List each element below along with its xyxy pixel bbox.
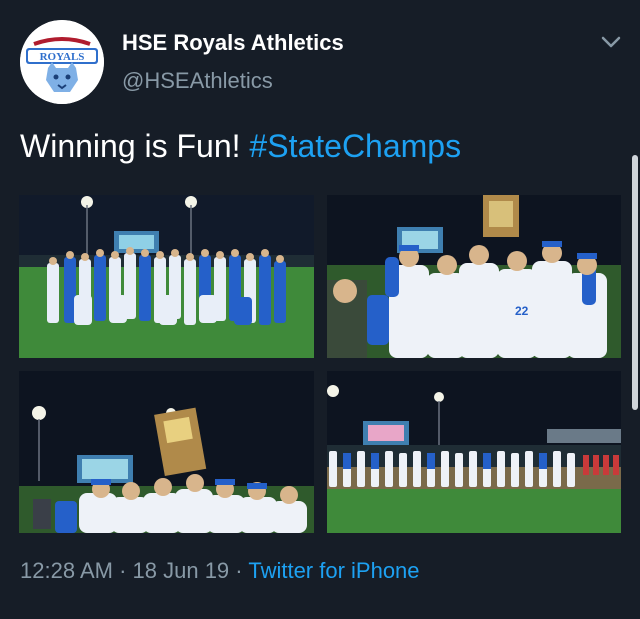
- meta-separator: ·: [235, 558, 243, 583]
- tweet-text: Winning is Fun! #StateChamps: [20, 128, 461, 165]
- photo-trophy-celebration[interactable]: [19, 371, 314, 533]
- photo-team-group[interactable]: [19, 195, 314, 358]
- tweet-meta: 12:28 AM · 18 Jun 19 · Twitter for iPhon…: [20, 558, 420, 584]
- photo-team-lineup[interactable]: [327, 371, 621, 533]
- tweet-time: 12:28 AM: [20, 558, 113, 583]
- team-group-image: [19, 195, 314, 358]
- trophy-celebration-image: [19, 371, 314, 533]
- photo-players-celebrating[interactable]: 22: [327, 195, 621, 358]
- svg-text:22: 22: [515, 304, 529, 318]
- account-handle[interactable]: @HSEAthletics: [122, 68, 273, 94]
- royals-logo: ROYALS: [20, 20, 104, 104]
- svg-text:ROYALS: ROYALS: [40, 51, 85, 63]
- tweet-body: Winning is Fun!: [20, 128, 241, 164]
- avatar[interactable]: ROYALS: [20, 20, 104, 104]
- tweet-date: 18 Jun 19: [132, 558, 230, 583]
- display-name[interactable]: HSE Royals Athletics: [122, 30, 344, 56]
- hashtag-link[interactable]: #StateChamps: [249, 128, 461, 164]
- tweet-source-link[interactable]: Twitter for iPhone: [248, 558, 419, 583]
- meta-separator: ·: [119, 558, 127, 583]
- chevron-down-icon[interactable]: [600, 34, 622, 50]
- scrollbar[interactable]: [632, 155, 638, 410]
- players-celebrating-image: 22: [327, 195, 621, 358]
- team-lineup-image: [327, 371, 621, 533]
